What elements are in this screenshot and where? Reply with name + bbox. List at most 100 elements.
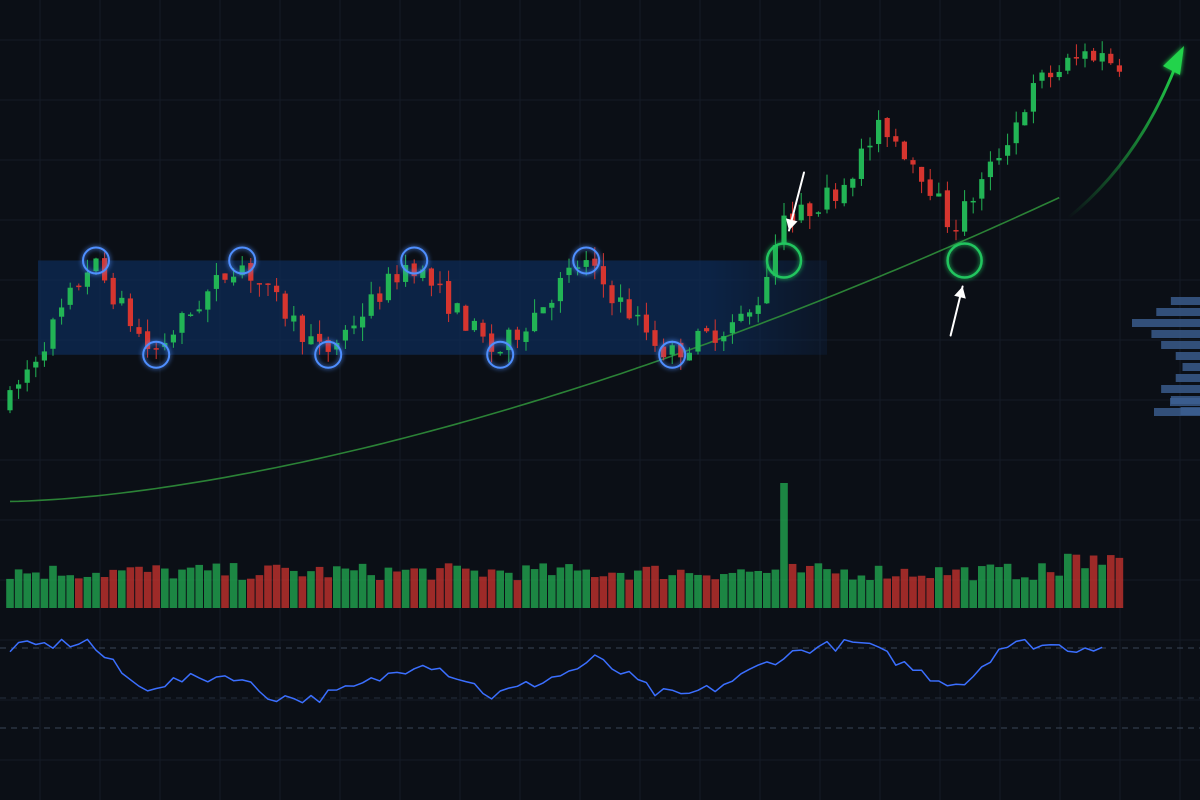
retest-arrow-head [954,286,966,299]
volume-bar [66,575,74,608]
trend-arrow-head [1163,46,1184,75]
volume-bar [186,567,195,608]
bullish-candle-body [179,313,185,333]
volume-bar [866,580,874,608]
volume-bar [376,580,384,608]
volume-bar [453,565,461,608]
bullish-candle-body [41,351,47,361]
trend-arrow-shaft [1066,58,1180,220]
volume-bar [1038,563,1046,608]
bullish-candle-body [342,329,348,341]
bearish-candle-body [299,315,305,342]
volume-bar [754,570,762,608]
volume-bar [634,570,642,608]
volume-bar [823,569,831,608]
bullish-candle-body [385,273,391,301]
bullish-candle-body [50,319,56,349]
volume-bar [892,576,900,608]
bullish-candle-body [772,245,778,276]
volume-bar [333,566,341,608]
bearish-candle-body [110,277,116,305]
volume-bar [238,579,246,608]
volume-bar [1055,575,1063,608]
bullish-candle-body [188,314,194,316]
volume-bar [1107,555,1115,608]
volume-profile-bar [1170,297,1200,305]
retest-arrow [949,285,966,337]
volume-bar [1072,554,1081,608]
bullish-candle-body [755,305,761,314]
bearish-candle-body [626,299,632,319]
bullish-candle-body [583,260,589,267]
bearish-candle-body [136,327,142,334]
volume-bar [126,567,135,608]
volume-bar [255,575,264,608]
volume-bar [737,569,745,608]
volume-bar [728,572,737,608]
bearish-candle-body [884,118,890,138]
bullish-candle-body [996,158,1002,161]
volume-profile [1132,297,1200,416]
bullish-candle-body [196,309,202,312]
bearish-candle-body [919,166,925,182]
bullish-candle-body [1065,57,1071,71]
volume-bar [444,563,453,608]
volume-bar [384,567,393,608]
bearish-candle-body [222,273,228,280]
volume-bar [49,565,57,608]
bearish-candle-body [944,190,950,228]
trading-chart-canvas [0,0,1200,800]
volume-bar [642,566,651,608]
volume-profile-bar [1161,385,1200,393]
volume-bar [143,571,152,608]
volume-bar [221,575,229,608]
volume-bar [307,571,315,608]
bullish-candle-body [170,334,176,343]
bullish-candle-body [557,277,563,302]
volume-profile-bar [1154,408,1200,416]
volume-bar [100,577,109,608]
volume-bar [1064,553,1072,608]
volume-bar [1089,555,1098,608]
volume-bar [926,578,934,608]
bullish-candle-body [67,287,73,305]
bullish-candle-body [815,212,821,214]
bearish-candle-body [893,136,899,142]
volume-bar [1098,564,1106,608]
bullish-candle-body [738,313,744,321]
bearish-candle-body [1091,50,1097,61]
volume-bar [780,483,788,608]
volume-bar [419,568,427,608]
bullish-candle-body [368,294,374,316]
volume-bar [788,563,797,608]
bearish-candle-body [76,285,82,288]
volume-bar [711,579,719,608]
bullish-candle-body [721,336,727,342]
bullish-candle-body [532,312,538,332]
volume-bar [281,567,289,608]
bullish-candle-body [824,187,830,210]
bullish-candle-body [962,201,968,232]
volume-bar [625,579,633,608]
bullish-candle-body [669,345,675,355]
bullish-candle-body [566,267,572,276]
volume-bar [410,568,418,608]
volume-bar [23,573,31,608]
bullish-candle-body [1082,51,1088,59]
bullish-candle-body [308,336,314,345]
volume-bar [427,579,436,608]
volume-bar [1021,577,1029,608]
bearish-candle-body [592,258,598,266]
volume-bar [849,579,857,608]
bearish-candle-body [480,322,486,337]
volume-bar [324,577,332,608]
bullish-candle-body [1022,112,1028,126]
volume-bar [169,578,178,608]
bullish-candle-body [7,390,13,411]
volume-bar [702,575,711,608]
bullish-candle-body [540,307,546,314]
volume-bar [763,572,771,608]
bullish-candle-body [987,161,993,178]
volume-profile-bar [1170,398,1200,406]
bullish-candle-body [549,302,555,308]
